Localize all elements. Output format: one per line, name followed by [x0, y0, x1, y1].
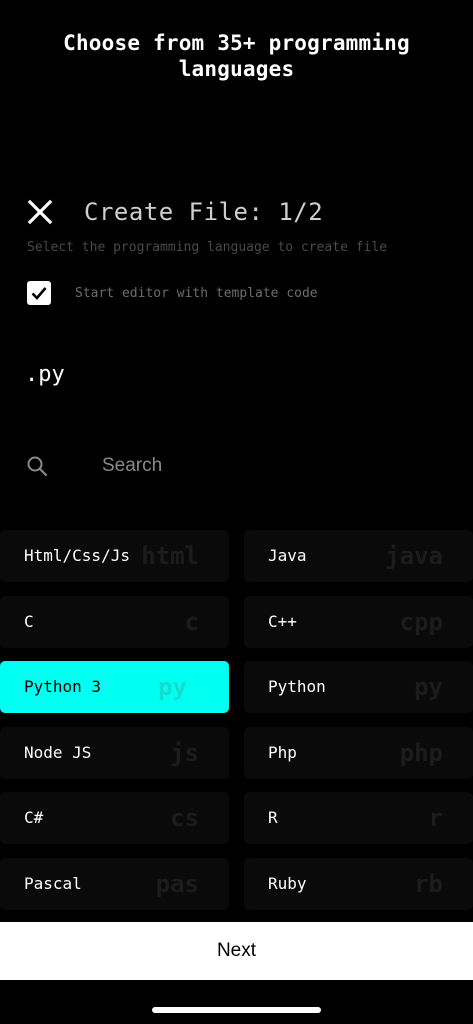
dialog-title: Create File: 1/2 — [84, 198, 324, 226]
headline-line-1: Choose from 35+ programming — [63, 31, 410, 55]
language-extension: py — [414, 673, 443, 702]
language-name: Python 3 — [24, 677, 102, 697]
language-name: C++ — [268, 611, 297, 631]
dialog-titlebar: Create File: 1/2 — [26, 196, 323, 228]
language-tile[interactable]: Python py — [244, 661, 473, 714]
home-indicator[interactable] — [152, 1007, 321, 1013]
language-extension: cpp — [399, 607, 443, 636]
next-button[interactable]: Next — [0, 922, 473, 980]
language-tile[interactable]: Python 3 py — [0, 661, 229, 714]
search-bar — [26, 446, 446, 486]
headline-line-2: languages — [178, 57, 295, 81]
language-extension: r — [428, 804, 443, 833]
template-checkbox[interactable] — [27, 281, 51, 305]
language-extension: rb — [414, 870, 443, 898]
language-name: Pascal — [24, 874, 82, 893]
template-option: Start editor with template code — [27, 281, 318, 305]
language-tile[interactable]: Html/Css/Js html — [0, 530, 229, 582]
language-name: C — [24, 611, 34, 631]
language-name: Java — [268, 546, 307, 565]
language-extension: c — [184, 607, 199, 636]
language-extension: pas — [155, 870, 199, 898]
language-tile[interactable]: Cc — [0, 595, 229, 648]
language-tile[interactable]: Pascal pas — [0, 858, 229, 910]
close-icon — [27, 199, 53, 225]
language-extension: php — [399, 738, 443, 767]
search-icon — [27, 456, 48, 477]
language-name: Python — [268, 677, 326, 697]
language-tile[interactable]: Rr — [244, 792, 473, 845]
language-name: Php — [268, 742, 297, 762]
close-button[interactable] — [26, 198, 54, 226]
language-name: Html/Css/Js — [24, 546, 130, 565]
language-tile[interactable]: Ruby rb — [244, 858, 473, 910]
language-extension: html — [141, 542, 199, 570]
language-extension: java — [385, 542, 443, 570]
language-name: R — [268, 808, 278, 828]
language-tile[interactable]: C++ cpp — [244, 595, 473, 648]
language-extension: cs — [170, 804, 199, 833]
language-tile[interactable]: Node JS js — [0, 726, 229, 779]
template-label: Start editor with template code — [75, 285, 318, 301]
language-tile[interactable]: Java java — [244, 530, 473, 582]
search-input[interactable] — [100, 454, 404, 478]
language-tile[interactable]: Php php — [244, 726, 473, 779]
language-extension: py — [158, 673, 187, 702]
language-name: C# — [24, 808, 44, 828]
language-extension: js — [170, 738, 199, 767]
language-name: Node JS — [24, 742, 92, 762]
language-tile[interactable]: C# cs — [0, 792, 229, 845]
promo-headline: Choose from 35+ programming languages — [0, 30, 473, 82]
language-name: Ruby — [268, 874, 307, 893]
dialog-subtitle: Select the programming language to creat… — [27, 240, 388, 255]
checkmark-icon — [31, 287, 47, 300]
file-extension: .py — [25, 362, 65, 387]
